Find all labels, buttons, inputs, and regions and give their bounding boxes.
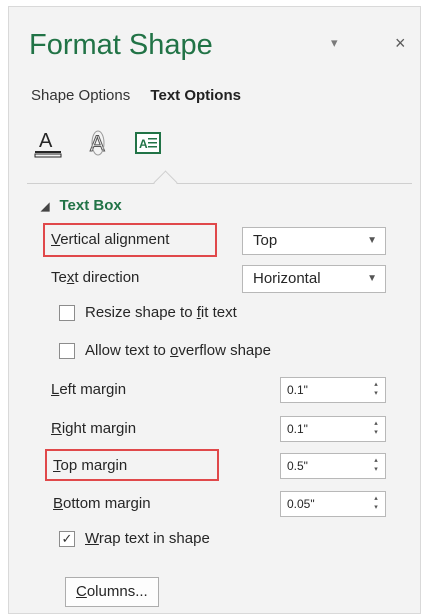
vertical-alignment-label: Vertical alignment xyxy=(51,231,170,248)
text-direction-select[interactable]: Horizontal ▼ xyxy=(242,265,386,293)
spinner-arrows-icon[interactable]: ▴ ▾ xyxy=(371,494,381,512)
section-title: Text Box xyxy=(59,197,122,214)
collapse-triangle-icon: ◢ xyxy=(41,201,50,213)
chevron-down-icon: ▼ xyxy=(367,235,377,246)
bottom-margin-spinner[interactable]: 0.05" ▴ ▾ xyxy=(280,491,386,517)
textbox-icon[interactable]: A xyxy=(131,125,165,161)
options-tabs: Shape Options Text Options xyxy=(31,87,257,104)
wrap-text-label[interactable]: Wrap text in shape xyxy=(85,530,210,547)
pane-options-dropdown-icon[interactable]: ▾ xyxy=(331,35,338,51)
spinner-arrows-icon[interactable]: ▴ ▾ xyxy=(371,419,381,437)
active-tab-pointer xyxy=(153,170,178,195)
allow-overflow-label[interactable]: Allow text to overflow shape xyxy=(85,342,271,359)
top-margin-label: Top margin xyxy=(53,457,128,474)
text-fill-outline-icon[interactable]: A xyxy=(31,125,65,161)
section-text-box[interactable]: ◢ Text Box xyxy=(41,197,122,214)
resize-shape-checkbox[interactable] xyxy=(59,305,75,321)
bottom-margin-label: Bottom margin xyxy=(53,495,151,512)
resize-shape-label[interactable]: Resize shape to fit text xyxy=(85,304,237,321)
columns-button[interactable]: Columns... xyxy=(65,577,159,607)
left-margin-label: Left margin xyxy=(51,381,127,398)
section-divider xyxy=(27,183,412,184)
svg-text:A: A xyxy=(39,130,53,152)
spinner-arrows-icon[interactable]: ▴ ▾ xyxy=(371,456,381,474)
pane-title: Format Shape xyxy=(29,29,213,61)
wrap-text-checkbox[interactable]: ✓ xyxy=(59,531,75,547)
right-margin-spinner[interactable]: 0.1" ▴ ▾ xyxy=(280,416,386,442)
tab-shape-options[interactable]: Shape Options xyxy=(31,87,130,104)
vertical-alignment-select[interactable]: Top ▼ xyxy=(242,227,386,255)
tab-text-options[interactable]: Text Options xyxy=(150,87,241,104)
close-icon[interactable]: × xyxy=(395,33,406,54)
text-direction-label: Text direction xyxy=(51,269,140,286)
right-margin-label: Right margin xyxy=(51,420,137,437)
allow-overflow-checkbox[interactable] xyxy=(59,343,75,359)
left-margin-spinner[interactable]: 0.1" ▴ ▾ xyxy=(280,377,386,403)
format-shape-pane: Format Shape ▾ × Shape Options Text Opti… xyxy=(8,6,421,614)
top-margin-spinner[interactable]: 0.5" ▴ ▾ xyxy=(280,453,386,479)
text-effects-icon[interactable]: A xyxy=(81,125,115,161)
chevron-down-icon: ▼ xyxy=(367,273,377,284)
spinner-arrows-icon[interactable]: ▴ ▾ xyxy=(371,380,381,398)
svg-text:A: A xyxy=(139,137,148,151)
